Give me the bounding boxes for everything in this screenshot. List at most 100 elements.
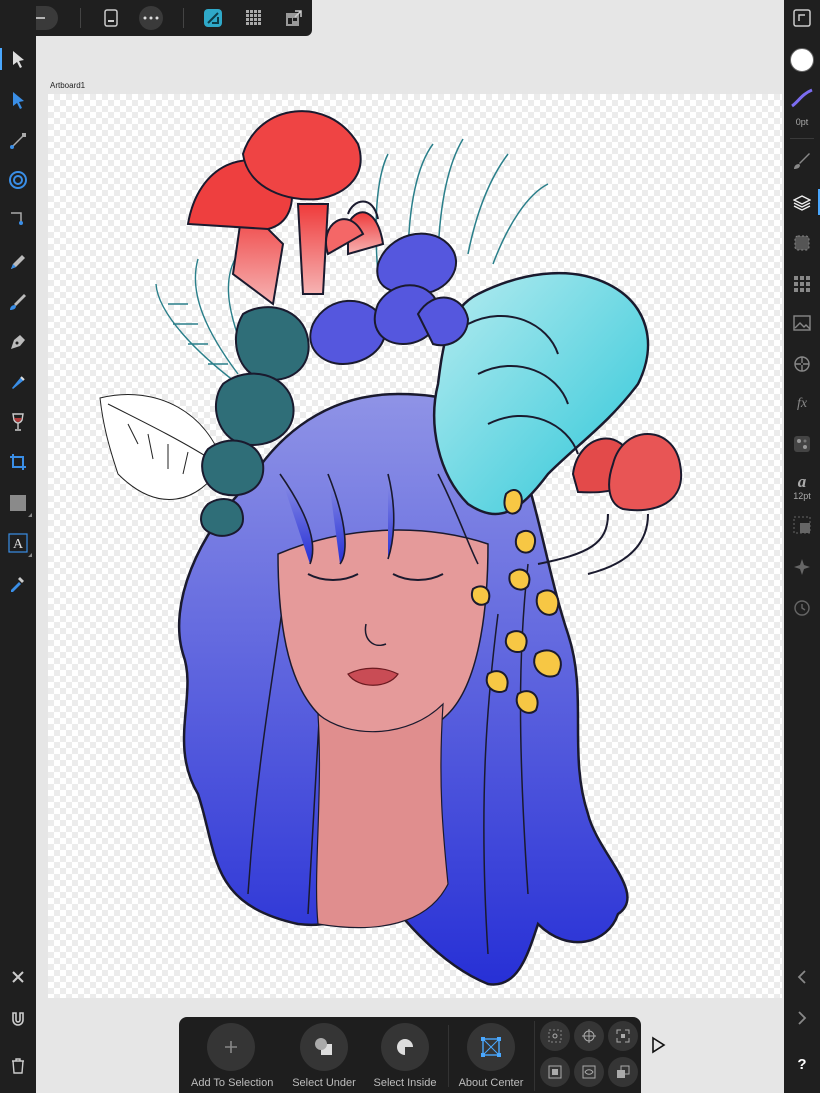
transform-icon: [793, 516, 811, 534]
play-triangle-icon: [652, 1036, 666, 1054]
selection-square-icon: [794, 235, 810, 251]
submenu-corner-icon: [28, 513, 32, 517]
about-center-button[interactable]: About Center: [451, 1023, 531, 1089]
brush-icon: [10, 294, 26, 310]
stock-button[interactable]: [788, 309, 816, 337]
add-to-selection-circle: [207, 1023, 255, 1071]
crop-tool[interactable]: [4, 448, 32, 476]
corner-icon: [11, 212, 23, 225]
next-button[interactable]: [788, 1004, 816, 1032]
toolbar-divider: [80, 8, 81, 28]
text-frame-icon: A: [8, 533, 28, 553]
fx-button[interactable]: fx: [788, 390, 816, 418]
previous-button[interactable]: [788, 963, 816, 991]
rectangle-shape-icon: [10, 495, 26, 511]
eyedropper-icon: [11, 577, 24, 592]
styles-button[interactable]: [788, 430, 816, 458]
top-toolbar: [0, 0, 312, 36]
about-center-icon: [481, 1037, 501, 1057]
swatches-button[interactable]: [788, 270, 816, 298]
transform-origin-bottom-left[interactable]: [540, 1057, 570, 1087]
pixel-persona-button[interactable]: [243, 6, 265, 30]
active-tool-indicator: [0, 48, 2, 70]
select-under-button[interactable]: Select Under: [284, 1023, 364, 1089]
view-frame-icon: [793, 9, 811, 27]
image-icon: [793, 315, 811, 331]
move-arrow-icon: [13, 51, 24, 68]
fill-icon: [12, 376, 25, 389]
artwork-illustration[interactable]: [48, 94, 782, 998]
transform-origin-center[interactable]: [574, 1021, 604, 1051]
navigator-star-button[interactable]: [788, 553, 816, 581]
document-button[interactable]: [100, 6, 122, 30]
radial-gradient-tool[interactable]: [4, 166, 32, 194]
gradient-tool[interactable]: [4, 127, 32, 155]
fill-tool[interactable]: [4, 368, 32, 396]
panel-divider: [790, 138, 814, 139]
transform-button[interactable]: [788, 511, 816, 539]
transform-origin-top-right[interactable]: [608, 1021, 638, 1051]
transform-origin-bottom-center[interactable]: [574, 1057, 604, 1087]
close-button[interactable]: [4, 963, 32, 991]
scale-selection-icon: [548, 1029, 562, 1043]
plus-icon: [225, 1041, 237, 1053]
chevron-right-icon: [798, 1011, 807, 1025]
fx-icon: fx: [796, 396, 808, 411]
layers-button[interactable]: [788, 189, 816, 217]
clock-icon: [794, 600, 810, 616]
node-tool[interactable]: [4, 86, 32, 114]
artboard-canvas[interactable]: [48, 94, 782, 998]
designer-persona-button[interactable]: [202, 6, 224, 30]
pen-nib-icon: [11, 335, 25, 349]
select-inside-icon: [397, 1039, 413, 1055]
crop-icon: [10, 454, 26, 470]
corner-tool[interactable]: [4, 206, 32, 234]
snapping-button[interactable]: [4, 1004, 32, 1032]
history-button[interactable]: [788, 594, 816, 622]
toolbar-divider: [183, 8, 184, 28]
expand-toolbar-button[interactable]: [650, 1036, 666, 1054]
delete-button[interactable]: [4, 1052, 32, 1080]
transform-origin-bottom-right[interactable]: [608, 1057, 638, 1087]
radial-target-icon: [9, 171, 27, 189]
node-arrow-icon: [13, 92, 24, 109]
color-picker-tool[interactable]: [4, 569, 32, 597]
studio-panel: 0pt fx a 12pt ?: [784, 0, 820, 1093]
align-corners-icon: [616, 1029, 630, 1043]
trash-icon: [12, 1058, 24, 1074]
fill-color-swatch[interactable]: [788, 46, 816, 74]
stroke-button[interactable]: [788, 84, 816, 112]
transparency-tool[interactable]: [4, 408, 32, 436]
character-icon: a: [797, 472, 807, 491]
export-persona-icon: [286, 10, 302, 26]
appearance-button[interactable]: [788, 350, 816, 378]
vector-brush-tool[interactable]: [4, 288, 32, 316]
move-tool[interactable]: [4, 45, 32, 73]
pen-tool[interactable]: [4, 328, 32, 356]
navigator-button[interactable]: [788, 4, 816, 32]
select-under-icon: [315, 1038, 332, 1055]
close-icon: [12, 971, 24, 983]
red-mushrooms: [186, 110, 385, 306]
more-button[interactable]: [139, 6, 163, 30]
font-size-label: 12pt: [793, 491, 811, 501]
select-inside-button[interactable]: Select Inside: [365, 1023, 445, 1089]
gradient-icon: [10, 133, 26, 149]
frame-text-tool[interactable]: A: [4, 529, 32, 557]
export-persona-button[interactable]: [283, 6, 305, 30]
rectangle-tool[interactable]: [4, 489, 32, 517]
transform-origin-top-left[interactable]: [540, 1021, 570, 1051]
pixel-persona-icon: [246, 10, 261, 25]
skeleton-leaf: [99, 394, 224, 500]
effects-button[interactable]: [788, 229, 816, 257]
help-button[interactable]: ?: [784, 1056, 820, 1073]
add-to-selection-button[interactable]: Add To Selection: [191, 1023, 273, 1089]
toolbar-divider: [534, 1021, 535, 1091]
pencil-tool[interactable]: [4, 248, 32, 276]
pencil-icon: [11, 255, 25, 269]
brushes-button[interactable]: [788, 147, 816, 175]
designer-persona-icon: [204, 9, 222, 27]
brush-icon: [794, 153, 810, 169]
document-icon: [104, 9, 118, 27]
context-toolbar: Add To Selection Select Under Select Ins…: [179, 1017, 641, 1093]
